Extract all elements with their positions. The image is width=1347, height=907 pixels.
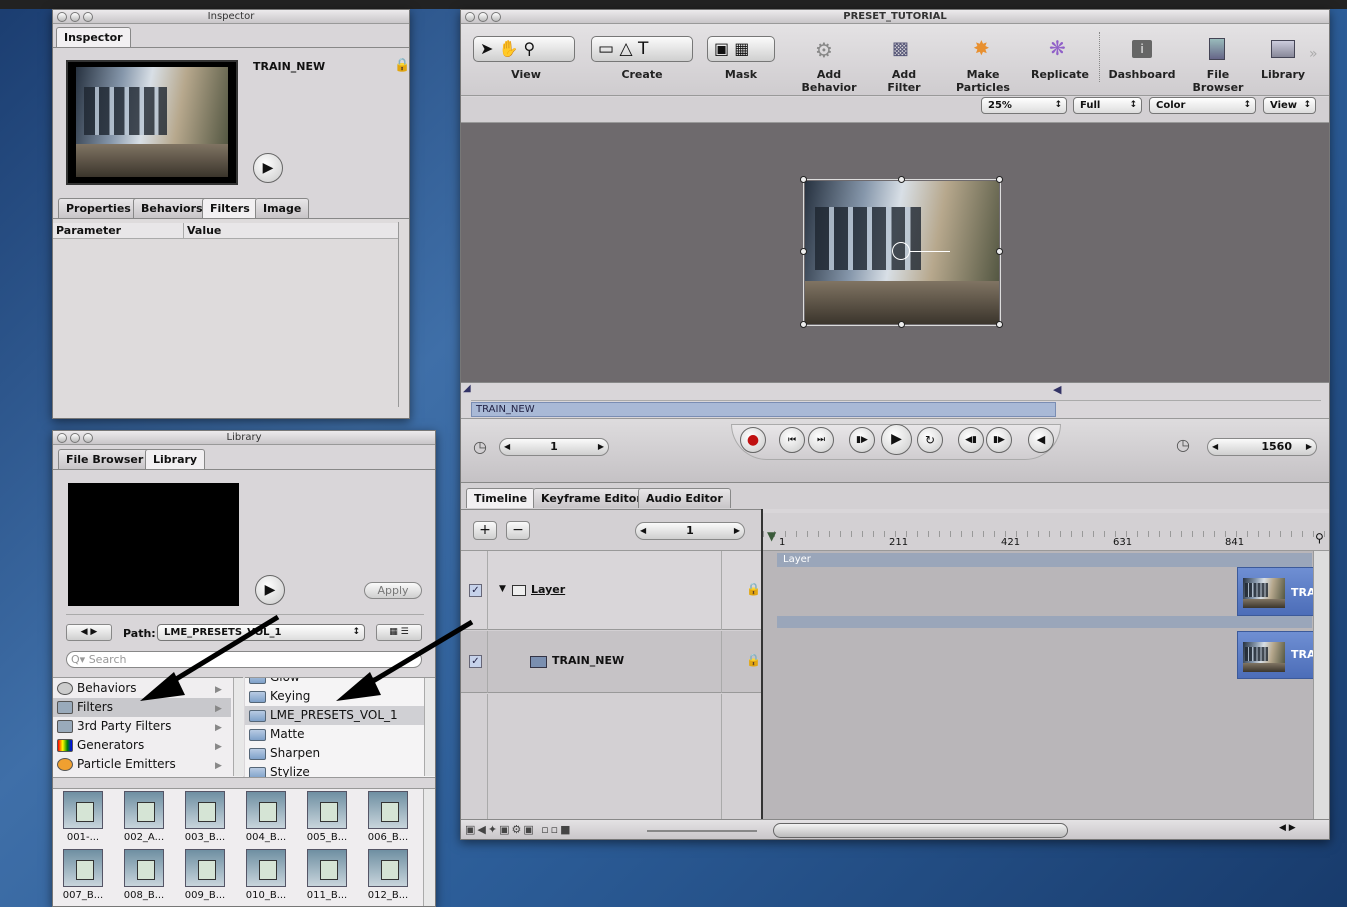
annotation-arrows xyxy=(140,614,474,701)
